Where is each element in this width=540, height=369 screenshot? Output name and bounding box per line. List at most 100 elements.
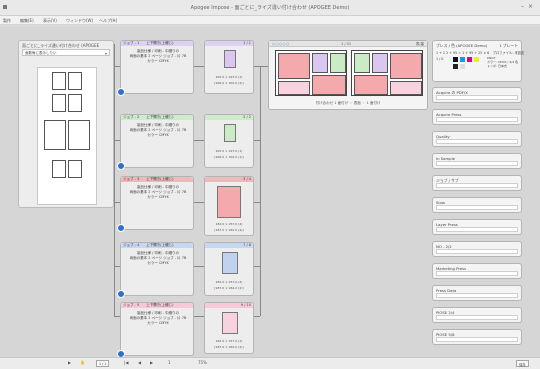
layout-page[interactable] [278,53,310,79]
nav-page-5[interactable] [44,120,66,150]
layout-side-toggle[interactable]: 表/裏 [416,42,424,47]
nav-page-2[interactable] [68,72,82,90]
hand-tool-icon[interactable]: ✋ [80,360,85,365]
nav-page-7[interactable] [52,160,66,178]
sheet-card[interactable]: 7 / 8 182.0 × 257.0 (2) [187.0 × 262.0 (… [204,242,254,296]
ink-swatch-black [453,57,458,62]
workflow-step[interactable]: ジョブ / サブ [432,175,522,191]
job-spec-line: カラー CMYK [147,59,169,63]
page-field[interactable]: 1 / 1 [96,360,110,367]
workflow-step-field[interactable] [436,139,518,144]
workflow-step[interactable]: Slow [432,197,522,213]
workflow-step-field[interactable] [436,271,518,276]
layout-page[interactable] [312,75,346,95]
zoom-level[interactable]: 75% [198,360,207,365]
navigator-preview[interactable] [37,67,97,205]
workflow-step-field[interactable] [436,183,518,188]
job-spec-line: カラー CMYK [147,133,169,137]
sheet-page-thumb [222,252,238,274]
workflow-step[interactable]: Quality [432,131,522,147]
layout-page[interactable] [390,53,422,79]
workflow-step-field[interactable] [436,117,518,122]
ink-swatch-yellow [474,57,479,62]
menu-item-view[interactable]: 表示(V) [43,18,57,24]
menu-item-window[interactable]: ウィンドウ(W) [66,18,93,24]
workflow-step[interactable]: PIOSE 2/4 [432,307,522,323]
sheet-trim-size: 182.0 × 257.0 (2) [215,339,243,343]
tree-link [254,316,260,317]
sheet-card-header: 1 / 1 [205,41,253,46]
nav-page-1[interactable] [52,72,66,90]
sheet-bleed-size: [187.0 × 262.0 (4)] [214,228,244,232]
plate-count: 1 プレート [499,43,518,48]
job-card[interactable]: ジョブ - 3 上下開き(上綴じ) 製品仕様 / 印刷 - 中綴りの 両面の基本… [117,176,194,232]
workflow-step-field[interactable] [436,95,518,100]
layout-view-toggles[interactable]: ○○○○○ [272,42,290,46]
minimize-button[interactable]: – [521,3,524,10]
workflow-step[interactable]: Layer Press [432,219,522,235]
workflow-step-field[interactable] [436,161,518,166]
layout-page[interactable] [354,75,388,95]
job-card[interactable]: ジョブ - 4 上下開き(上綴じ) 製品仕様 / 印刷 - 中綴りの 両面の基本… [117,242,194,298]
layout-header: ○○○○○ 1 / 01 表/裏 [269,41,427,47]
workflow-step[interactable]: Acquire の PDF/X [432,87,522,103]
workflow-step[interactable]: Press Data [432,285,522,301]
next-page-icon[interactable]: ▶ [150,360,153,365]
imposition-layout-panel[interactable]: ○○○○○ 1 / 01 表/裏 付け合わせ 1 面付け ・ 表面 ・ 1 面付… [268,40,428,110]
menu-bar: 製作 編集(E) 表示(V) ウィンドウ(W) ヘルプ(H) [0,16,540,25]
sheet-card[interactable]: 2 / 2 205.0 × 297.0 (1) [206.0 × 302.0 (… [204,114,254,168]
sheet-bleed-size: [206.0 × 302.0 (2)] [214,81,244,85]
ink-swatch-blank [460,64,465,69]
workflow-step-field[interactable] [436,337,518,342]
sheet-card-header: 7 / 8 [205,243,253,248]
sheet-card[interactable]: 9 / 10 182.0 × 257.0 (2) [187.0 × 262.0 … [204,302,254,354]
workflow-step-field[interactable] [436,249,518,254]
workflow-step[interactable]: PIOSE 5/8 [432,329,522,345]
job-status-icon [117,88,125,96]
workflow-step-field[interactable] [436,205,518,210]
workflow-step[interactable]: Marketing Press [432,263,522,279]
job-card[interactable]: ジョブ - 5 上下開き(上綴じ) 製品仕様 / 印刷 - 中綴りの 両面の基本… [117,302,194,358]
page-number: 1 [168,360,171,365]
nav-page-8[interactable] [68,160,82,178]
save-button[interactable]: 保存 [516,360,529,367]
layout-page[interactable] [278,81,310,95]
press-sheet-front[interactable] [275,50,347,96]
job-card-body: 製品仕様 / 印刷 - 中綴りの 両面の基本 2 ページ ジョブ - 片 7B … [125,123,191,138]
layout-page[interactable] [354,53,370,73]
navigator-filter-select[interactable]: 面数毎に表示したい ▾ [22,49,110,56]
press-sheet-back[interactable] [351,50,423,96]
menu-item-help[interactable]: ヘルプ(H) [99,18,117,24]
menu-item-edit[interactable]: 編集(E) [20,18,34,24]
tree-link [194,66,204,67]
workflow-step[interactable]: In Sample [432,153,522,169]
layout-page[interactable] [330,53,346,73]
nav-page-6[interactable] [68,120,90,150]
menu-item-file[interactable]: 製作 [3,18,11,24]
first-page-icon[interactable]: |◀ [124,360,128,365]
nav-page-3[interactable] [52,94,66,112]
sheet-trim-size: 182.0 × 257.0 (2) [215,280,243,284]
sheet-card[interactable]: 3 / 4 182.0 × 257.0 (4) [187.0 × 262.0 (… [204,176,254,236]
close-button[interactable]: × [528,3,533,10]
job-card[interactable]: ジョブ - 1 上下開き(上綴じ) 製品仕様 / 印刷 - 中綴りの 両面の基本… [117,40,194,96]
workflow-step[interactable]: NO - 2/2 [432,241,522,257]
job-card-header: ジョブ - 5 上下開き(上綴じ) [121,303,193,308]
pointer-tool-icon[interactable]: ▶ [68,360,71,365]
job-card-header: ジョブ - 1 上下開き(上綴じ) [121,41,193,46]
workflow-step[interactable]: Acquire Press [432,109,522,125]
layout-page[interactable] [390,81,422,95]
prev-page-icon[interactable]: ◀ [138,360,141,365]
job-card[interactable]: ジョブ - 2 上下開き(上綴じ) 製品仕様 / 印刷 - 中綴りの 両面の基本… [117,114,194,170]
sheet-trim-size: 205.0 × 297.0 (1) [215,149,243,153]
workflow-step-field[interactable] [436,315,518,320]
nav-page-4[interactable] [68,94,82,112]
workspace: 面ごとに_ライズ違い付け合わせ (APOGEE Demo) 面数毎に表示したい … [0,26,540,358]
workflow-step-field[interactable] [436,227,518,232]
sheet-card[interactable]: 1 / 1 205.0 × 297.0 (2) [206.0 × 302.0 (… [204,40,254,94]
workflow-step-field[interactable] [436,293,518,298]
tree-link [194,140,204,141]
layout-page[interactable] [372,53,388,73]
layout-page[interactable] [312,53,328,73]
sheet-bleed-size: [187.0 × 262.0 (2)] [214,345,244,349]
